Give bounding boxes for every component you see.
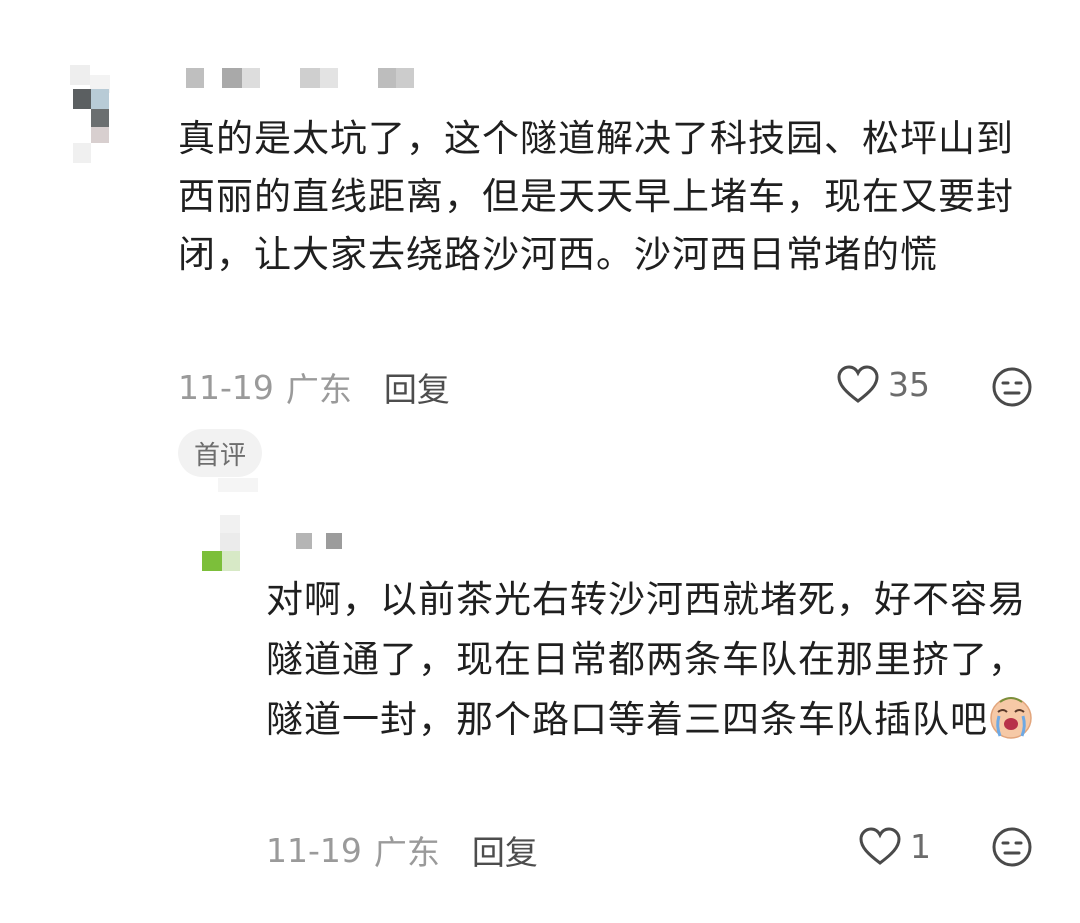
reply-dislike-button[interactable] xyxy=(991,826,1033,872)
reply-avatar[interactable] xyxy=(200,515,260,575)
neutral-face-icon xyxy=(992,827,1032,867)
reply-button[interactable]: 回复 xyxy=(384,363,450,411)
reply-text: 对啊，以前茶光右转沙河西就堵死，好不容易隧道通了，现在日常都两条车队在那里挤了，… xyxy=(266,570,1036,750)
neutral-face-icon xyxy=(992,367,1032,407)
reply-to-reply-button[interactable]: 回复 xyxy=(472,826,538,874)
crying-face-emoji xyxy=(990,697,1032,739)
username-blurred[interactable] xyxy=(186,68,414,88)
heart-outline-icon xyxy=(859,827,901,865)
reply-text-body: 对啊，以前茶光右转沙河西就堵死，好不容易隧道通了，现在日常都两条车队在那里挤了，… xyxy=(266,578,1026,741)
reply-date: 11-19 xyxy=(266,830,362,870)
comment-location: 广东 xyxy=(285,370,352,409)
first-comment-badge: 首评 xyxy=(178,429,263,477)
reply-meta: 11-19 广东 回复 xyxy=(266,826,538,874)
reply-like-count: 1 xyxy=(910,826,931,866)
heart-outline-icon xyxy=(837,365,879,403)
like-button[interactable]: 35 xyxy=(836,364,930,404)
reply-username-blurred[interactable] xyxy=(296,533,342,549)
dislike-button[interactable] xyxy=(991,366,1033,412)
comment-date: 11-19 xyxy=(178,367,274,407)
like-count: 35 xyxy=(888,364,930,404)
avatar[interactable] xyxy=(55,65,135,165)
reply-like-button[interactable]: 1 xyxy=(858,826,931,866)
reply-location: 广东 xyxy=(373,833,440,872)
comment-meta: 11-19 广东 回复 xyxy=(178,363,450,411)
blur-artifact xyxy=(218,478,258,492)
comment-text: 真的是太坑了，这个隧道解决了科技园、松坪山到西丽的直线距离，但是天天早上堵车，现… xyxy=(178,117,1014,276)
